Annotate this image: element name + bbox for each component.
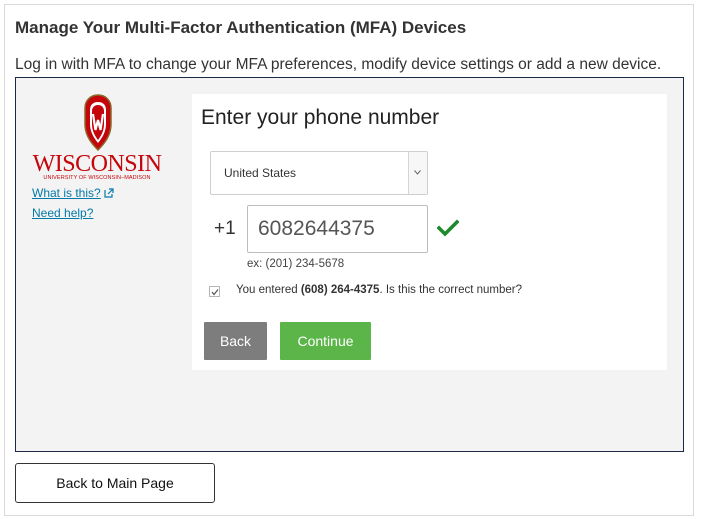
duo-frame: WISCONSIN UNIVERSITY OF WISCONSIN–MADISO… [15, 77, 684, 452]
external-link-icon [104, 188, 114, 198]
check-icon [437, 219, 459, 237]
need-help-link[interactable]: Need help? [32, 206, 93, 220]
what-is-this-label: What is this? [32, 186, 101, 200]
checkmark-icon [211, 289, 219, 296]
wisconsin-wordmark: WISCONSIN [32, 151, 162, 177]
entered-number: (608) 264-4375 [300, 284, 380, 296]
phone-number-input[interactable] [247, 205, 428, 253]
uw-crest-icon [84, 94, 112, 151]
confirm-text-prefix: You entered [236, 284, 301, 296]
country-select[interactable]: United States [210, 151, 428, 195]
phone-entry-panel: Enter your phone number United States +1… [192, 94, 667, 370]
panel-heading: Enter your phone number [201, 106, 440, 129]
chevron-down-icon [414, 170, 421, 175]
wisconsin-wordmark-subtitle: UNIVERSITY OF WISCONSIN–MADISON [43, 175, 151, 181]
back-button[interactable]: Back [204, 322, 267, 360]
phone-format-hint: ex: (201) 234-5678 [247, 258, 345, 270]
page-title: Manage Your Multi-Factor Authentication … [15, 18, 467, 37]
country-select-value: United States [224, 166, 297, 180]
country-code: +1 [214, 218, 236, 239]
page-subtitle: Log in with MFA to change your MFA prefe… [15, 56, 662, 73]
confirm-text-suffix: . Is this the correct number? [379, 284, 523, 296]
confirm-number-label: You entered (608) 264-4375. Is this the … [236, 284, 522, 296]
what-is-this-link[interactable]: What is this? [32, 186, 114, 200]
country-select-toggle[interactable] [408, 152, 427, 194]
back-to-main-page-button[interactable]: Back to Main Page [15, 463, 215, 503]
continue-button[interactable]: Continue [280, 322, 371, 360]
confirm-number-checkbox[interactable] [209, 286, 220, 297]
